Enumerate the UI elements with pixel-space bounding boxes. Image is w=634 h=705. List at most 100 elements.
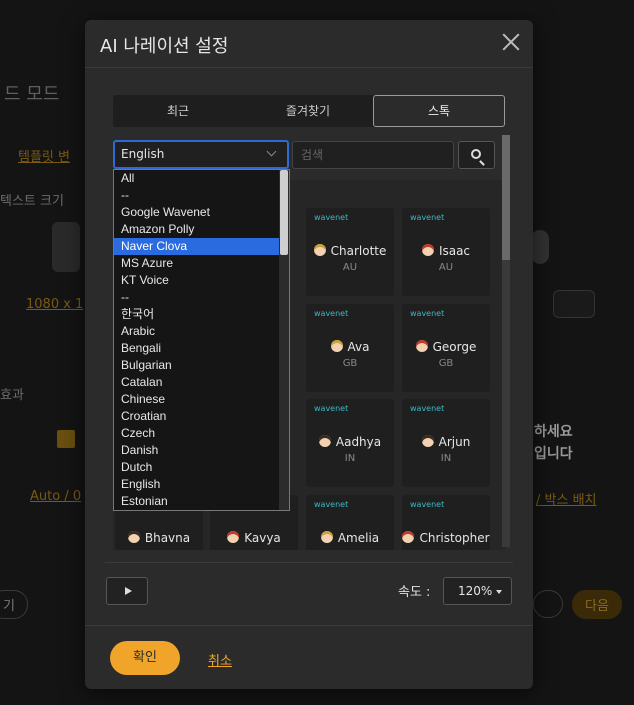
voice-provider: wavenet [410,404,445,413]
voice-provider: wavenet [314,213,349,222]
dropdown-option[interactable]: Bulgarian [114,357,289,374]
bg-heading: 드 모드 [4,84,60,105]
bg-notice-line1: 하세요 [534,424,573,440]
dropdown-option[interactable]: Chinese [114,391,289,408]
avatar-icon [313,244,326,256]
voice-grid-scroll-thumb[interactable] [502,135,510,260]
dropdown-option[interactable]: Bengali [114,340,289,357]
voice-name: Christopher [402,531,490,545]
voice-country: AU [438,262,454,273]
avatar-icon [227,531,240,543]
voice-name: Isaac [402,244,490,258]
bg-prev-button: 기 [0,590,28,619]
voice-country: IN [115,549,203,550]
voice-country: IN [210,549,298,550]
voice-card[interactable]: wavenet Amelia US [306,495,394,550]
modal-title: AI 나레이션 설정 [100,36,229,57]
voice-name-text: Ava [347,340,370,354]
voice-name: George [402,340,490,354]
voice-name-text: Arjun [438,435,471,449]
dropdown-option[interactable]: Danish [114,442,289,459]
language-select[interactable]: English [113,140,289,169]
bg-mic-icon [531,230,549,264]
avatar-icon [318,435,331,447]
bg-auto-link: Auto / 0 [30,489,82,504]
modal-header: AI 나레이션 설정 [85,20,533,68]
dropdown-option[interactable]: Dutch [114,459,289,476]
tab-recent[interactable]: 최근 [113,95,243,127]
voice-name: Charlotte [306,244,394,258]
dropdown-option[interactable]: 한국어 [114,306,289,323]
tab-favorites[interactable]: 즐겨찾기 [243,95,373,127]
voice-card[interactable]: wavenet Ava GB [306,304,394,392]
tab-stock[interactable]: 스톡 [373,95,505,127]
dropdown-option[interactable]: Czech [114,425,289,442]
speed-select[interactable]: 120% [443,577,512,605]
dropdown-option[interactable]: -- [114,187,289,204]
search-button[interactable] [458,141,495,169]
voice-card[interactable]: wavenet Aadhya IN [306,399,394,487]
avatar-icon [330,340,343,352]
bg-notice-line2: 입니다 [534,446,573,462]
voice-provider: wavenet [314,309,349,318]
voice-provider: wavenet [314,404,349,413]
voice-name: Arjun [402,435,490,449]
voice-card[interactable]: wavenet Charlotte AU [306,208,394,296]
voice-name: Aadhya [306,435,394,449]
language-select-value: English [121,147,165,161]
dropdown-scroll-thumb[interactable] [280,170,288,255]
voice-card[interactable]: wavenet Christopher US [402,495,490,550]
voice-grid-scrollbar[interactable] [502,135,510,547]
speed-value: 120% [458,584,493,598]
dropdown-scrollbar[interactable] [279,170,289,510]
speed-label: 속도 : [398,585,431,600]
voice-provider: wavenet [410,213,445,222]
avatar-icon [127,531,140,543]
dropdown-option[interactable]: -- [114,289,289,306]
voice-country: GB [342,358,358,369]
avatar-icon [421,435,434,447]
search-input[interactable] [292,141,454,169]
avatar-icon [402,531,415,543]
bg-text-size-label: 텍스트 크기 [0,194,64,209]
voice-name-text: Kavya [244,531,281,545]
search-icon [471,149,481,159]
dropdown-option[interactable]: Croatian [114,408,289,425]
cancel-link[interactable]: 취소 [208,650,232,669]
bg-resolution-link: 1080 x 1 [26,297,84,312]
avatar-icon [421,244,434,256]
divider [105,562,513,563]
bg-template-link: 템플릿 변 [18,150,70,165]
voice-card[interactable]: wavenet Isaac AU [402,208,490,296]
dropdown-option[interactable]: All [114,170,289,187]
voice-name-text: Charlotte [330,244,387,258]
close-icon[interactable] [501,32,521,52]
preview-play-button[interactable] [106,577,148,605]
voice-name-text: George [432,340,477,354]
chevron-down-icon [266,146,277,157]
dropdown-option[interactable]: Catalan [114,374,289,391]
voice-name-text: Christopher [419,531,490,545]
dropdown-option[interactable]: Naver Clova [114,238,289,255]
dropdown-option[interactable]: Estonian [114,493,289,510]
footer-divider [85,625,533,626]
voice-name: Ava [306,340,394,354]
dropdown-option[interactable]: KT Voice [114,272,289,289]
voice-card[interactable]: wavenet George GB [402,304,490,392]
voice-country: US [402,549,490,550]
dropdown-option[interactable]: English [114,476,289,493]
dropdown-option[interactable]: Amazon Polly [114,221,289,238]
confirm-button[interactable]: 확인 [110,641,180,675]
language-dropdown-list: All -- Google Wavenet Amazon Polly Naver Clo… [113,169,290,511]
dropdown-option[interactable]: Google Wavenet [114,204,289,221]
voice-country: US [306,549,394,550]
dropdown-option[interactable]: MS Azure [114,255,289,272]
bg-next-button: 다음 [572,590,622,619]
voice-provider: wavenet [314,500,349,509]
bg-play-box [553,290,595,318]
voice-name-text: Bhavna [144,531,191,545]
voice-country: IN [344,453,356,464]
voice-name: Kavya [210,531,298,545]
voice-card[interactable]: wavenet Arjun IN [402,399,490,487]
dropdown-option[interactable]: Arabic [114,323,289,340]
